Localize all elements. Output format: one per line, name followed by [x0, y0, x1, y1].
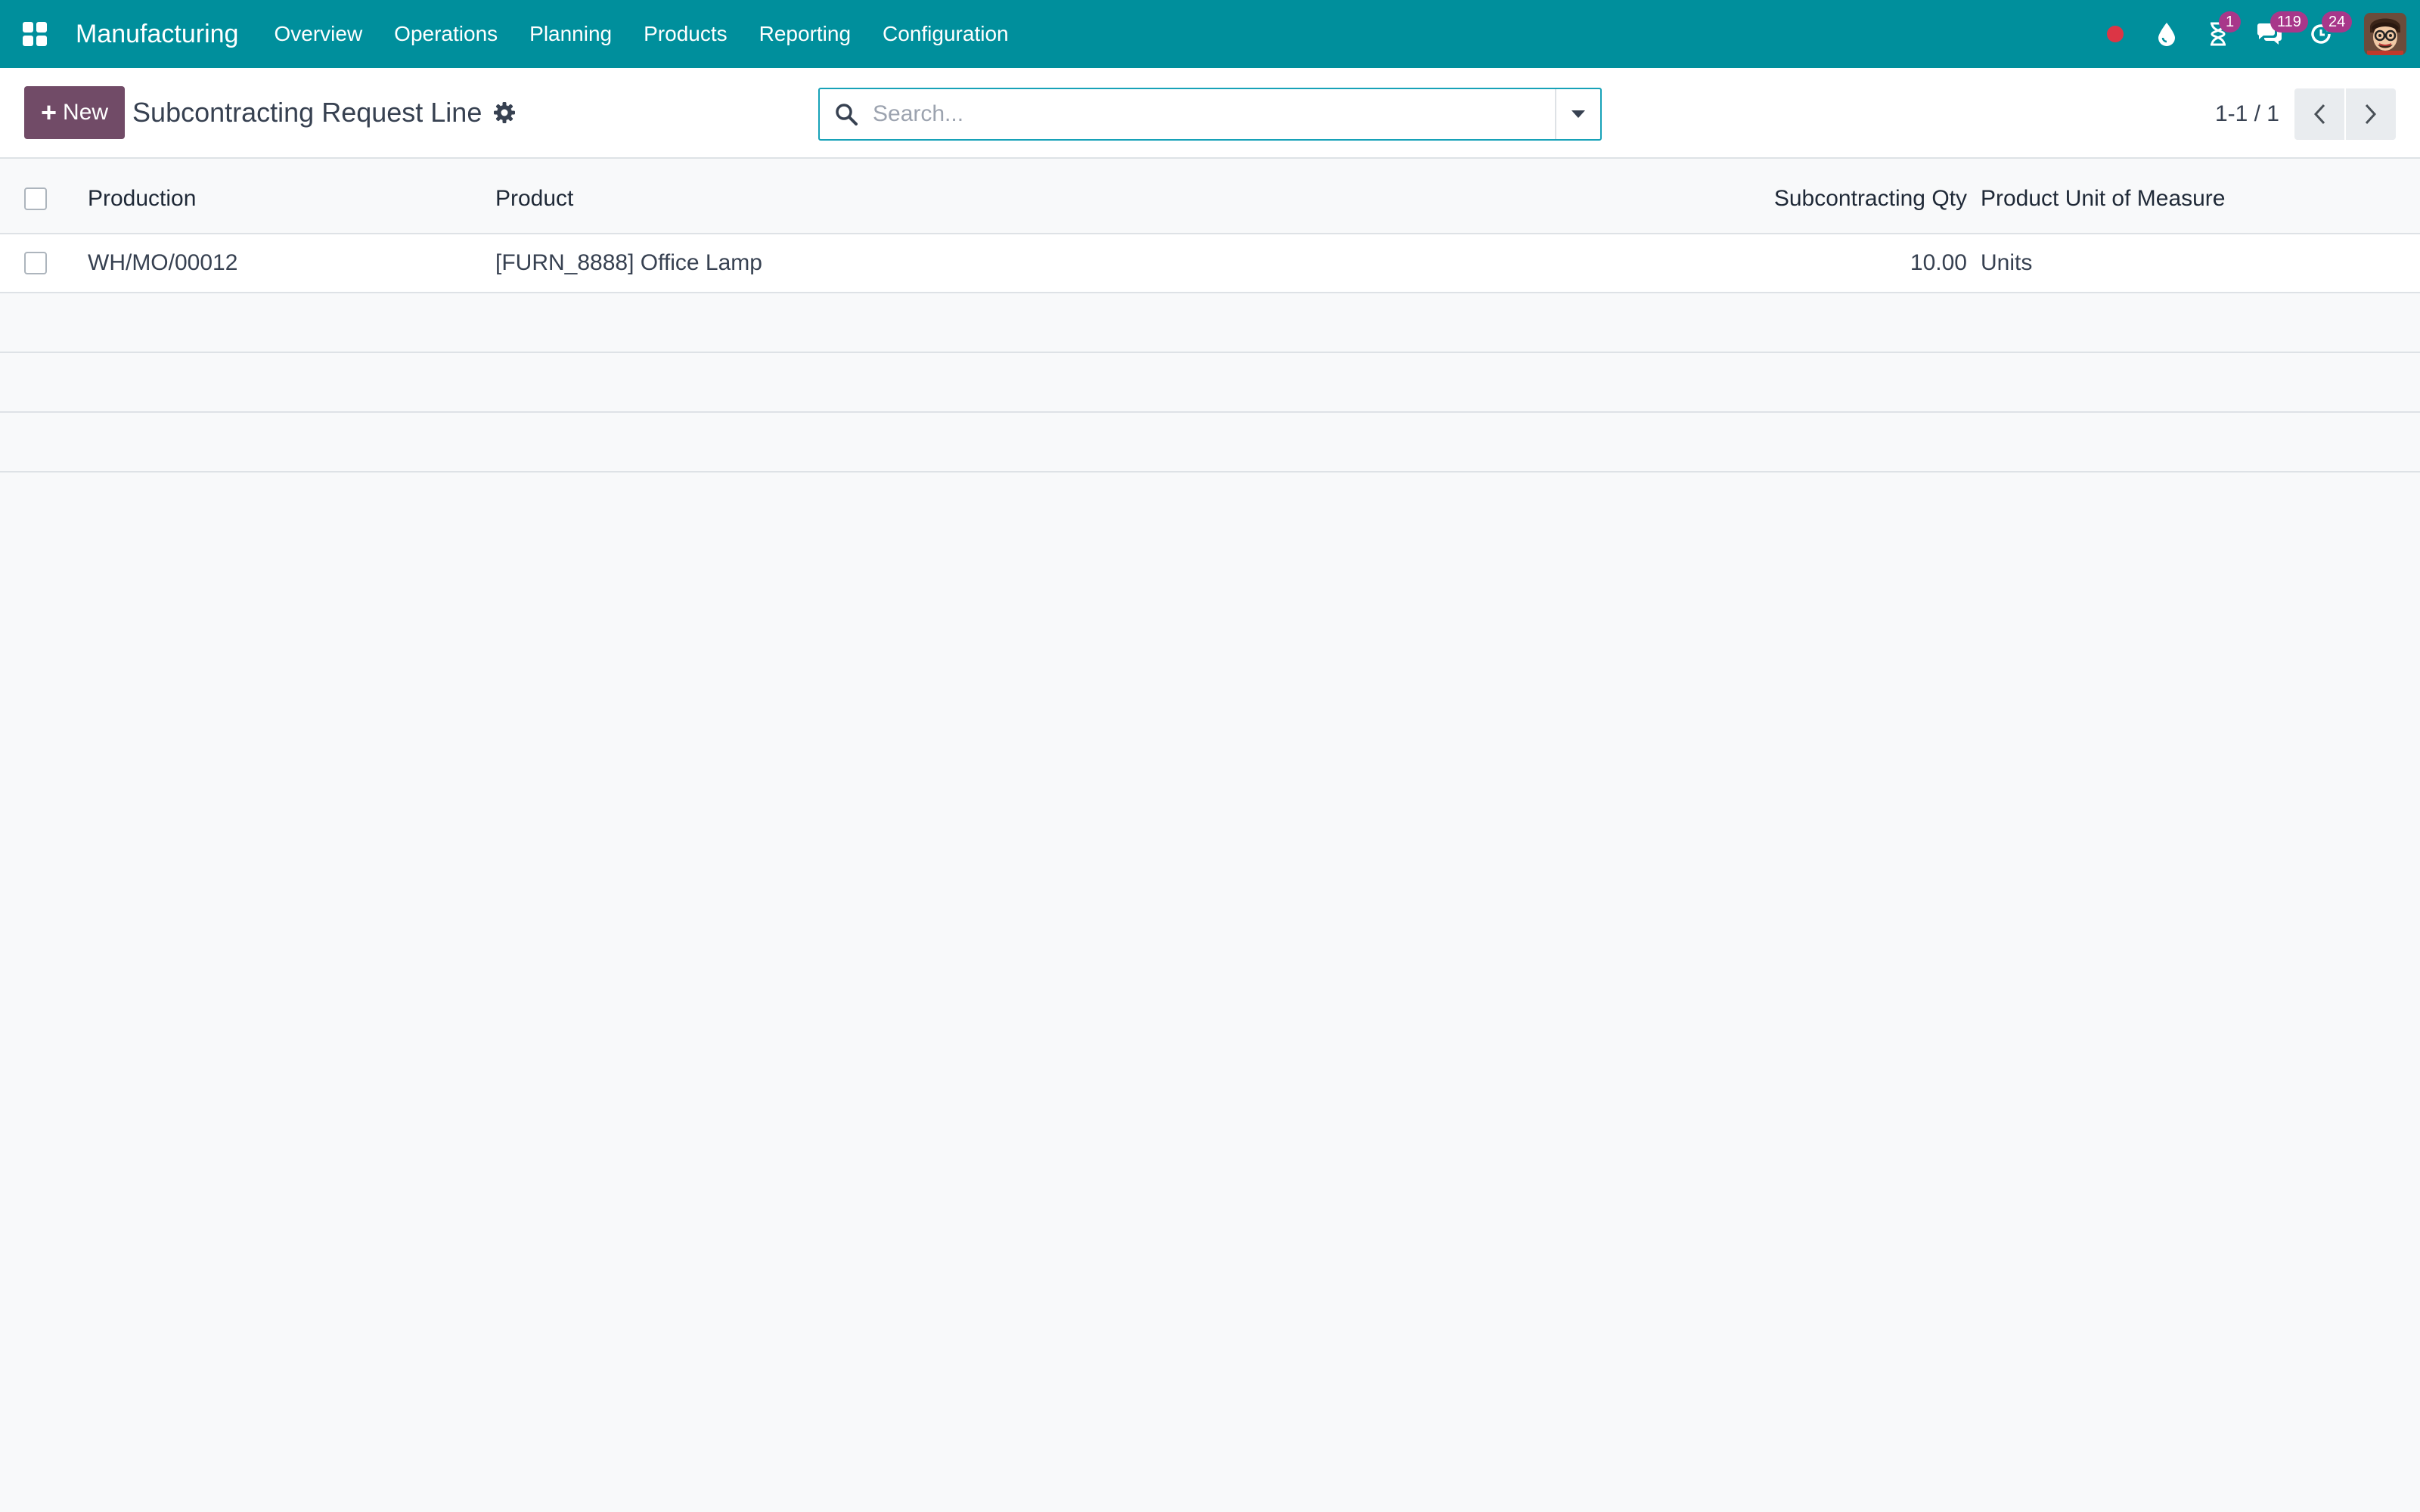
search-input[interactable]: [873, 89, 1555, 139]
cell-production[interactable]: WH/MO/00012: [88, 250, 495, 276]
top-menu: Overview Operations Planning Products Re…: [258, 22, 1024, 46]
search-box: [818, 88, 1602, 141]
column-header-subcontracting-qty[interactable]: Subcontracting Qty: [1501, 186, 1967, 212]
actions-gear-button[interactable]: [494, 102, 516, 123]
user-avatar-icon: [2364, 13, 2406, 55]
empty-row: [0, 293, 2420, 353]
menu-item-reporting[interactable]: Reporting: [743, 22, 867, 46]
new-button[interactable]: + New: [24, 86, 126, 139]
table-row[interactable]: WH/MO/00012 [FURN_8888] Office Lamp 10.0…: [0, 234, 2420, 293]
chevron-left-icon: [2313, 104, 2325, 125]
pager-next-button[interactable]: [2346, 88, 2396, 140]
menu-item-operations[interactable]: Operations: [378, 22, 513, 46]
activities-button[interactable]: 1: [2195, 11, 2242, 57]
app-name[interactable]: Manufacturing: [76, 20, 238, 49]
messages-button[interactable]: 119: [2246, 11, 2308, 57]
systray: 1 119 24: [2087, 11, 2406, 57]
record-dot-icon: [2107, 26, 2124, 42]
menu-item-planning[interactable]: Planning: [513, 22, 628, 46]
row-select-cell: [0, 252, 88, 274]
search-icon[interactable]: [820, 103, 873, 125]
page-title: Subcontracting Request Line: [132, 97, 482, 128]
empty-row: [0, 353, 2420, 413]
caret-down-icon: [1571, 110, 1585, 118]
row-checkbox[interactable]: [24, 252, 47, 274]
list-header: Production Product Subcontracting Qty Pr…: [0, 159, 2420, 234]
select-all-checkbox[interactable]: [24, 187, 47, 210]
user-avatar[interactable]: [2364, 13, 2406, 55]
menu-item-overview[interactable]: Overview: [258, 22, 378, 46]
menu-item-configuration[interactable]: Configuration: [867, 22, 1025, 46]
cell-subcontracting-qty[interactable]: 10.00: [1501, 250, 1967, 276]
column-header-unit-of-measure[interactable]: Product Unit of Measure: [1967, 186, 2420, 212]
empty-row: [0, 413, 2420, 472]
select-all-cell: [0, 187, 88, 210]
chevron-right-icon: [2365, 104, 2377, 125]
activities-badge: 1: [2219, 11, 2242, 33]
main-navbar: Manufacturing Overview Operations Planni…: [0, 0, 2420, 68]
column-header-production[interactable]: Production: [88, 186, 495, 212]
apps-menu-icon[interactable]: [14, 13, 56, 55]
drop-icon: [2158, 23, 2175, 46]
debug-drop-button[interactable]: [2143, 11, 2190, 57]
cell-product[interactable]: [FURN_8888] Office Lamp: [495, 250, 1501, 276]
pager-previous-button[interactable]: [2294, 88, 2344, 140]
cell-unit-of-measure[interactable]: Units: [1967, 250, 2420, 276]
list-view: Production Product Subcontracting Qty Pr…: [0, 159, 2420, 472]
updates-badge: 24: [2322, 11, 2353, 33]
new-button-label: New: [63, 100, 109, 125]
plus-icon: +: [41, 97, 57, 128]
column-header-product[interactable]: Product: [495, 186, 1501, 212]
pager-value[interactable]: 1-1 / 1: [2215, 101, 2279, 127]
search-options-toggle[interactable]: [1555, 89, 1600, 139]
menu-item-products[interactable]: Products: [628, 22, 743, 46]
control-panel: + New Subcontracting Request Line Search…: [0, 68, 2420, 159]
pager: 1-1 / 1: [2215, 88, 2396, 141]
recording-indicator[interactable]: [2092, 11, 2139, 57]
gear-icon: [494, 102, 516, 123]
updates-button[interactable]: 24: [2297, 11, 2353, 57]
